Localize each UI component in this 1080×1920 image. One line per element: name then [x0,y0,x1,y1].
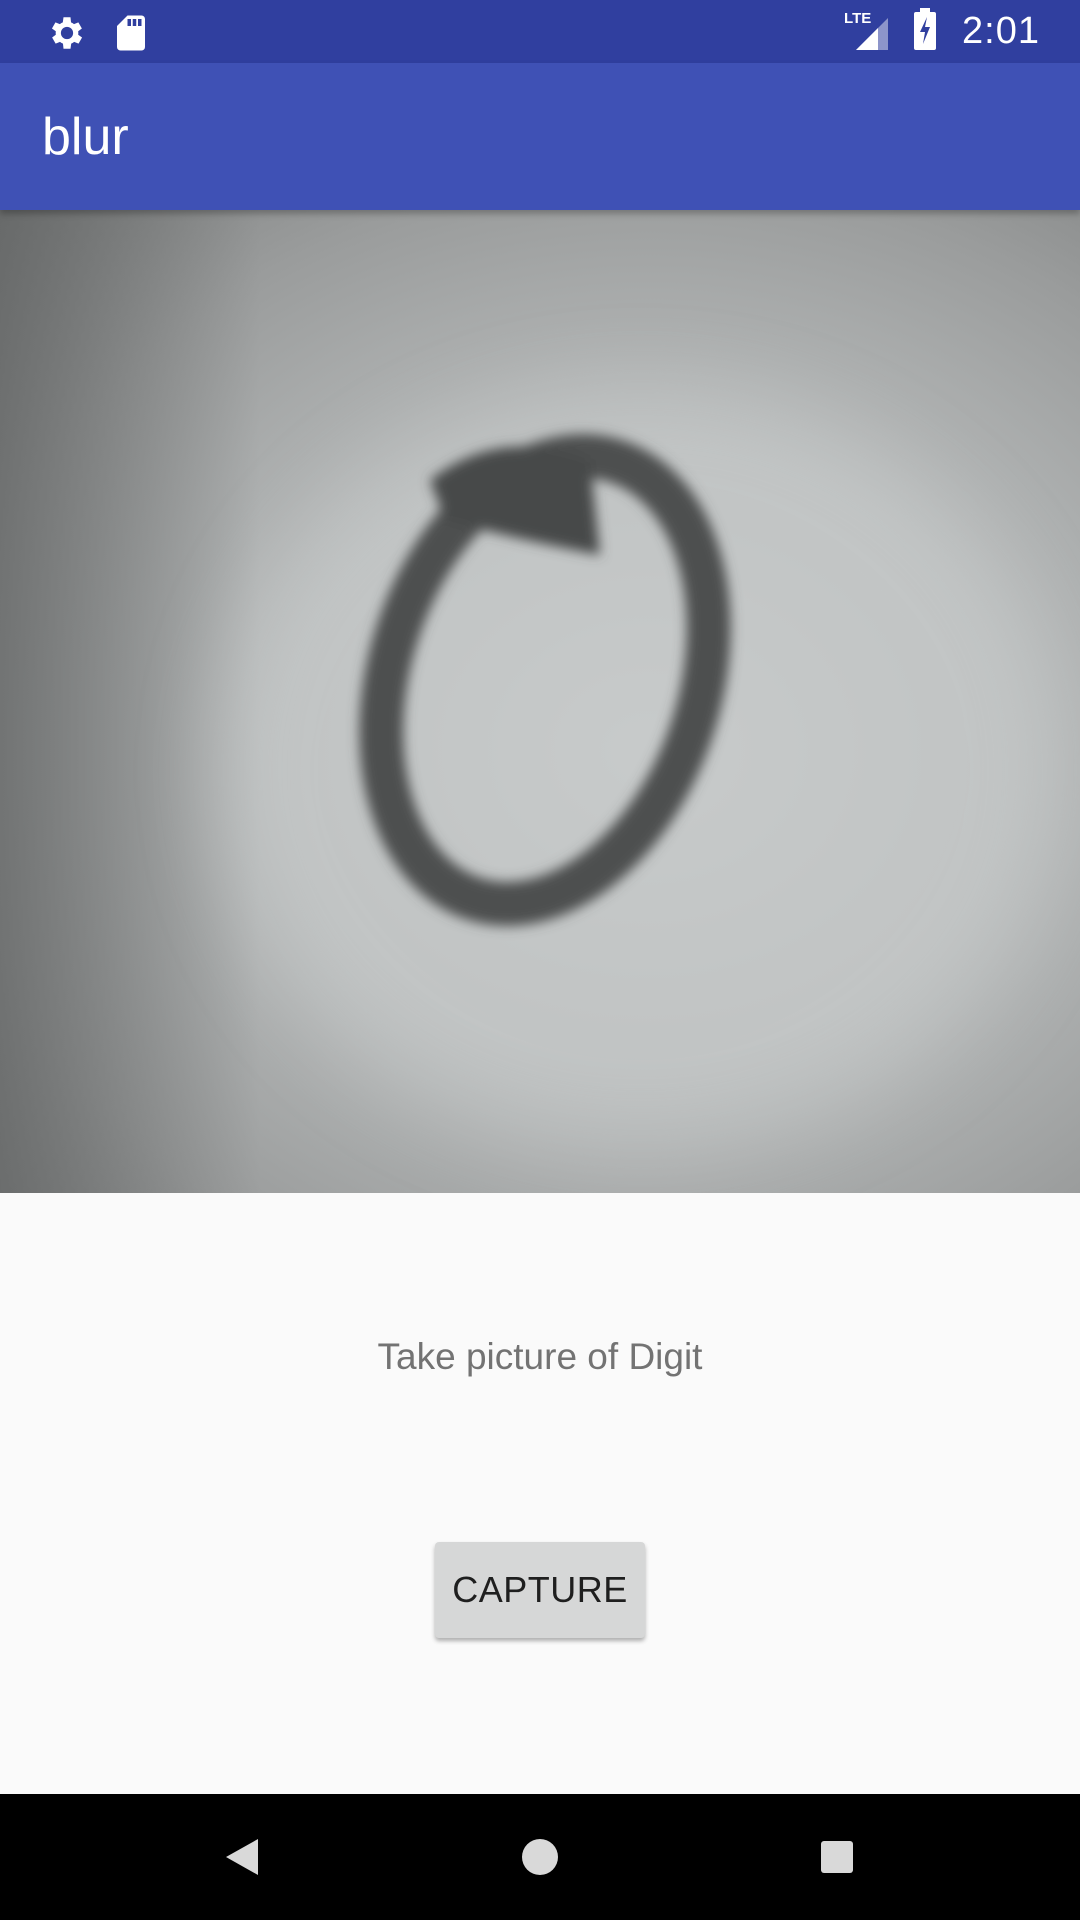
app-bar: blur [0,63,1080,210]
status-bar: LTE 2:01 [0,0,1080,63]
navigation-bar [0,1794,1080,1920]
back-icon[interactable] [214,1829,270,1885]
capture-button[interactable]: CAPTURE [435,1542,645,1638]
status-left-icons [46,12,174,54]
sd-card-icon [110,12,152,54]
gear-icon [46,12,88,54]
camera-preview [0,210,1080,1193]
digit-photo [0,210,1060,1193]
status-time: 2:01 [962,10,1040,52]
instruction-text: Take picture of Digit [377,1336,703,1377]
home-icon[interactable] [512,1829,568,1885]
status-right-icons: LTE 2:01 [844,0,1040,63]
battery-charging-icon [912,8,938,55]
signal-icon: LTE [844,10,894,54]
recents-icon[interactable] [809,1829,865,1885]
app-title: blur [42,108,129,166]
